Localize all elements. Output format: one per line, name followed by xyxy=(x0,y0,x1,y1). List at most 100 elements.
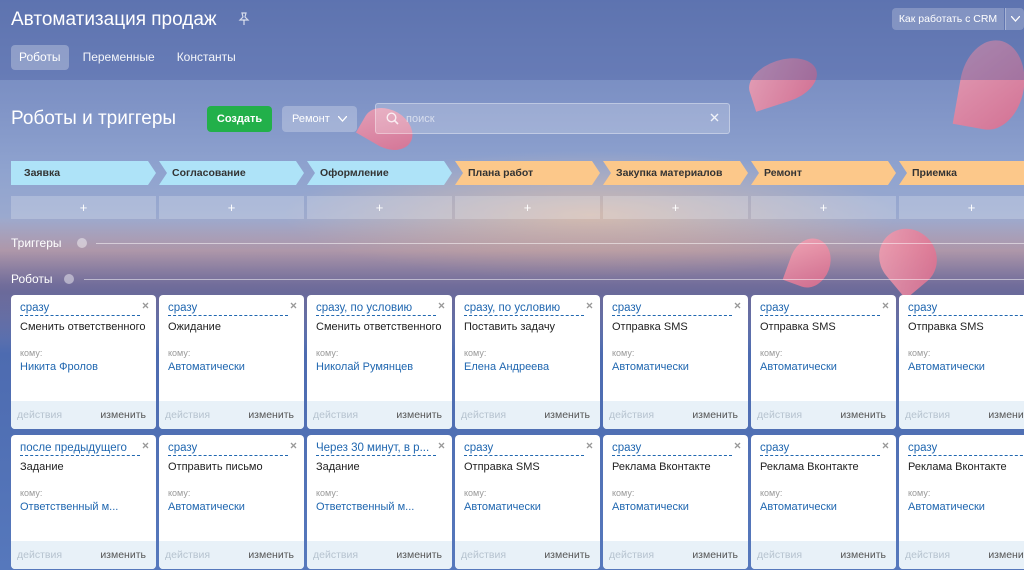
robot-actions-link[interactable]: действия xyxy=(313,409,358,421)
pipeline-select[interactable]: Ремонт xyxy=(282,106,357,132)
robot-trigger-link[interactable]: сразу xyxy=(612,302,732,316)
robot-actions-link[interactable]: действия xyxy=(461,409,506,421)
robot-actions-link[interactable]: действия xyxy=(165,409,210,421)
robot-card[interactable]: сразу, по условию Сменить ответственного… xyxy=(307,295,452,429)
robot-trigger-link[interactable]: сразу xyxy=(168,442,288,456)
robot-trigger-link[interactable]: сразу xyxy=(612,442,732,456)
robot-trigger-link[interactable]: сразу, по условию xyxy=(316,302,436,316)
robot-card[interactable]: сразу Реклама Вконтакте кому: Автоматиче… xyxy=(899,435,1024,569)
robot-card[interactable]: сразу Отправить письмо кому: Автоматичес… xyxy=(159,435,304,569)
robot-card[interactable]: сразу Реклама Вконтакте кому: Автоматиче… xyxy=(751,435,896,569)
tab-variables[interactable]: Переменные xyxy=(75,45,163,70)
add-trigger-button[interactable]: + xyxy=(899,196,1024,219)
robot-assignee[interactable]: Автоматически xyxy=(612,361,740,373)
robot-edit-link[interactable]: изменить xyxy=(248,549,294,561)
robot-card[interactable]: сразу Отправка SMS кому: Автоматически д… xyxy=(751,295,896,429)
add-trigger-button[interactable]: + xyxy=(11,196,156,219)
robot-actions-link[interactable]: действия xyxy=(165,549,210,561)
close-icon[interactable] xyxy=(710,113,719,122)
robot-trigger-link[interactable]: сразу xyxy=(908,302,1024,316)
robot-actions-link[interactable]: действия xyxy=(609,409,654,421)
close-icon[interactable] xyxy=(734,442,741,449)
robot-edit-link[interactable]: изменить xyxy=(100,409,146,421)
robot-actions-link[interactable]: действия xyxy=(609,549,654,561)
robot-assignee[interactable]: Автоматически xyxy=(908,501,1024,513)
robot-card[interactable]: сразу Отправка SMS кому: Автоматически д… xyxy=(603,295,748,429)
add-trigger-button[interactable]: + xyxy=(455,196,600,219)
search-input[interactable] xyxy=(406,104,706,133)
close-icon[interactable] xyxy=(734,302,741,309)
robot-assignee[interactable]: Автоматически xyxy=(464,501,592,513)
robot-edit-link[interactable]: изменить xyxy=(248,409,294,421)
robot-card[interactable]: сразу Отправка SMS кому: Автоматически д… xyxy=(455,435,600,569)
robot-actions-link[interactable]: действия xyxy=(905,549,950,561)
robot-edit-link[interactable]: изменить xyxy=(840,409,886,421)
robot-trigger-link[interactable]: сразу xyxy=(464,442,584,456)
robot-assignee[interactable]: Автоматически xyxy=(760,361,888,373)
stage-tab[interactable]: Заявка xyxy=(11,161,156,185)
robot-edit-link[interactable]: изменить xyxy=(544,549,590,561)
robot-actions-link[interactable]: действия xyxy=(905,409,950,421)
robot-trigger-link[interactable]: сразу xyxy=(760,442,880,456)
robots-info-icon[interactable] xyxy=(64,274,74,284)
robot-card[interactable]: после предыдущего Задание кому: Ответств… xyxy=(11,435,156,569)
robot-trigger-link[interactable]: Через 30 минут, в р... xyxy=(316,442,436,456)
robot-actions-link[interactable]: действия xyxy=(461,549,506,561)
stage-tab[interactable]: Ремонт xyxy=(751,161,896,185)
close-icon[interactable] xyxy=(586,442,593,449)
robot-actions-link[interactable]: действия xyxy=(757,549,802,561)
robot-actions-link[interactable]: действия xyxy=(17,549,62,561)
robot-edit-link[interactable]: изменить xyxy=(692,549,738,561)
robot-assignee[interactable]: Автоматически xyxy=(168,361,296,373)
close-icon[interactable] xyxy=(586,302,593,309)
close-icon[interactable] xyxy=(290,302,297,309)
tab-constants[interactable]: Константы xyxy=(169,45,244,70)
robot-card[interactable]: Через 30 минут, в р... Задание кому: Отв… xyxy=(307,435,452,569)
robot-trigger-link[interactable]: сразу xyxy=(168,302,288,316)
help-button[interactable]: Как работать с CRM xyxy=(892,8,1004,30)
robot-trigger-link[interactable]: сразу, по условию xyxy=(464,302,584,316)
robot-actions-link[interactable]: действия xyxy=(313,549,358,561)
robot-trigger-link[interactable]: после предыдущего xyxy=(20,442,140,456)
robot-edit-link[interactable]: изменить xyxy=(396,549,442,561)
robot-assignee[interactable]: Ответственный м... xyxy=(20,501,148,513)
robot-card[interactable]: сразу Отправка SMS кому: Автоматически д… xyxy=(899,295,1024,429)
robot-assignee[interactable]: Елена Андреева xyxy=(464,361,592,373)
close-icon[interactable] xyxy=(438,302,445,309)
search-box[interactable] xyxy=(375,103,730,134)
robot-assignee[interactable]: Автоматически xyxy=(908,361,1024,373)
stage-tab[interactable]: Закупка материалов xyxy=(603,161,748,185)
add-trigger-button[interactable]: + xyxy=(603,196,748,219)
close-icon[interactable] xyxy=(142,442,149,449)
stage-tab[interactable]: Оформление xyxy=(307,161,452,185)
stage-tab[interactable]: Плана работ xyxy=(455,161,600,185)
robot-card[interactable]: сразу Ожидание кому: Автоматически дейст… xyxy=(159,295,304,429)
add-trigger-button[interactable]: + xyxy=(751,196,896,219)
robot-edit-link[interactable]: изменить xyxy=(840,549,886,561)
robot-edit-link[interactable]: изменить xyxy=(692,409,738,421)
close-icon[interactable] xyxy=(438,442,445,449)
robot-assignee[interactable]: Николай Румянцев xyxy=(316,361,444,373)
robot-edit-link[interactable]: изменить xyxy=(988,549,1024,561)
robot-trigger-link[interactable]: сразу xyxy=(760,302,880,316)
robot-assignee[interactable]: Автоматически xyxy=(168,501,296,513)
robot-edit-link[interactable]: изменить xyxy=(100,549,146,561)
robot-trigger-link[interactable]: сразу xyxy=(908,442,1024,456)
robot-card[interactable]: сразу Реклама Вконтакте кому: Автоматиче… xyxy=(603,435,748,569)
stage-tab[interactable]: Согласование xyxy=(159,161,304,185)
tab-robots[interactable]: Роботы xyxy=(11,45,69,70)
help-dropdown-button[interactable] xyxy=(1005,8,1024,30)
robot-edit-link[interactable]: изменить xyxy=(396,409,442,421)
robot-assignee[interactable]: Автоматически xyxy=(612,501,740,513)
stage-tab[interactable]: Приемка xyxy=(899,161,1024,185)
add-trigger-button[interactable]: + xyxy=(159,196,304,219)
close-icon[interactable] xyxy=(142,302,149,309)
robot-assignee[interactable]: Никита Фролов xyxy=(20,361,148,373)
close-icon[interactable] xyxy=(882,442,889,449)
robot-card[interactable]: сразу, по условию Поставить задачу кому:… xyxy=(455,295,600,429)
robot-edit-link[interactable]: изменить xyxy=(544,409,590,421)
triggers-info-icon[interactable] xyxy=(77,238,87,248)
robot-assignee[interactable]: Ответственный м... xyxy=(316,501,444,513)
robot-trigger-link[interactable]: сразу xyxy=(20,302,140,316)
create-button[interactable]: Создать xyxy=(207,106,272,132)
